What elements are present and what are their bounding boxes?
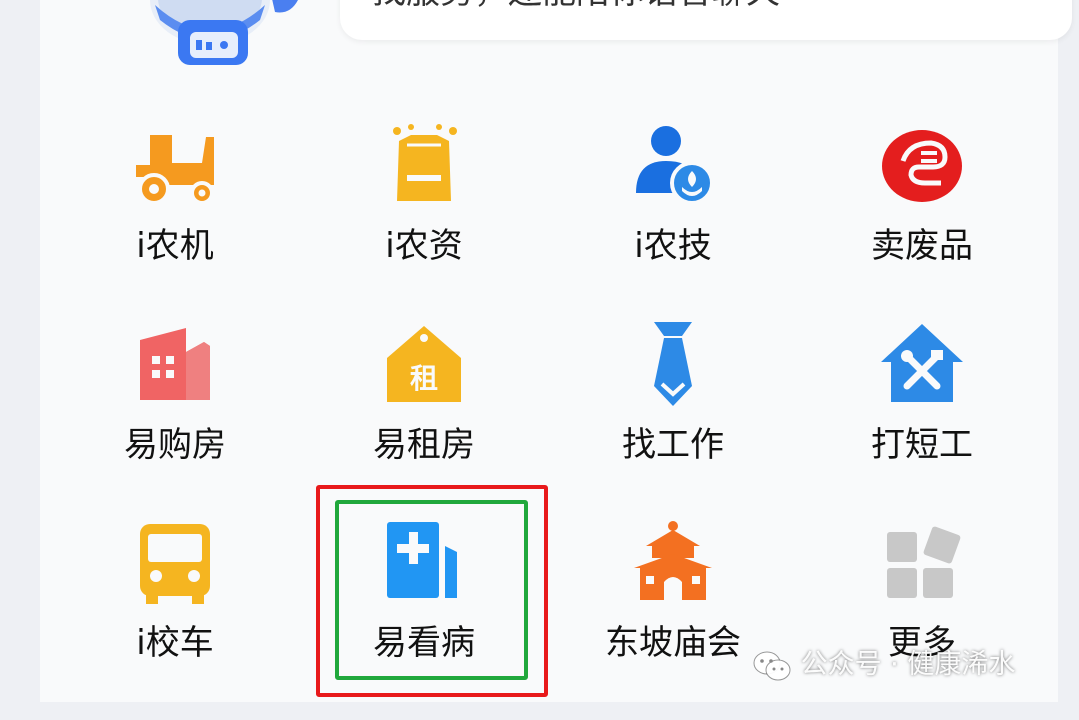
service-label: i农技 xyxy=(634,226,712,266)
agri-expert-icon xyxy=(636,126,714,205)
service-tile-buy-house[interactable]: 易购房 xyxy=(75,322,275,522)
building-icon xyxy=(140,328,210,400)
service-label: 卖废品 xyxy=(871,226,973,266)
tractor-icon xyxy=(136,135,214,205)
school-bus-icon xyxy=(140,524,210,604)
service-panel: 找服务，还能陪你语音聊天 i农机 i农资 xyxy=(40,0,1072,702)
supplies-bag-icon xyxy=(393,124,457,201)
service-tile-i-nongzi[interactable]: i农资 xyxy=(324,123,524,323)
rent-house-icon: 租 xyxy=(387,326,461,402)
temple-icon xyxy=(634,521,712,600)
service-label: i校车 xyxy=(136,623,214,663)
assistant-prompt-text: 找服务，还能陪你语音聊天 xyxy=(372,0,780,13)
service-label: 打短工 xyxy=(871,425,973,465)
service-label: 找工作 xyxy=(622,425,724,465)
highlight-inner-box xyxy=(335,500,528,680)
tools-house-icon xyxy=(881,324,963,402)
service-tile-i-nongji[interactable]: i农机 xyxy=(75,123,275,323)
service-tile-school-bus[interactable]: i校车 xyxy=(75,520,275,720)
wechat-icon xyxy=(753,651,791,680)
service-label: 易购房 xyxy=(124,425,226,465)
watermark: 公众号 · 健康浠水 xyxy=(752,642,1016,680)
service-tile-sell-scrap[interactable]: 卖废品 xyxy=(822,123,1022,323)
service-tile-find-job[interactable]: 找工作 xyxy=(573,322,773,522)
watermark-text: 公众号 · 健康浠水 xyxy=(800,649,1016,680)
service-tile-dongpo-fair[interactable]: 东坡庙会 xyxy=(573,520,773,720)
robot-mascot-icon[interactable] xyxy=(140,0,310,65)
service-tile-more[interactable]: 更多 xyxy=(822,520,1022,720)
service-tile-i-nongji-tech[interactable]: i农技 xyxy=(573,123,773,323)
necktie-icon xyxy=(654,322,692,406)
rent-char: 租 xyxy=(410,362,438,395)
more-grid-icon xyxy=(887,526,961,598)
service-label: i农资 xyxy=(385,226,463,266)
service-label: 易租房 xyxy=(373,425,475,465)
assistant-prompt-bubble[interactable]: 找服务，还能陪你语音聊天 xyxy=(340,0,1072,40)
recycle-logo-icon xyxy=(882,130,962,202)
service-tile-odd-jobs[interactable]: 打短工 xyxy=(822,322,1022,522)
service-label: i农机 xyxy=(136,226,214,266)
